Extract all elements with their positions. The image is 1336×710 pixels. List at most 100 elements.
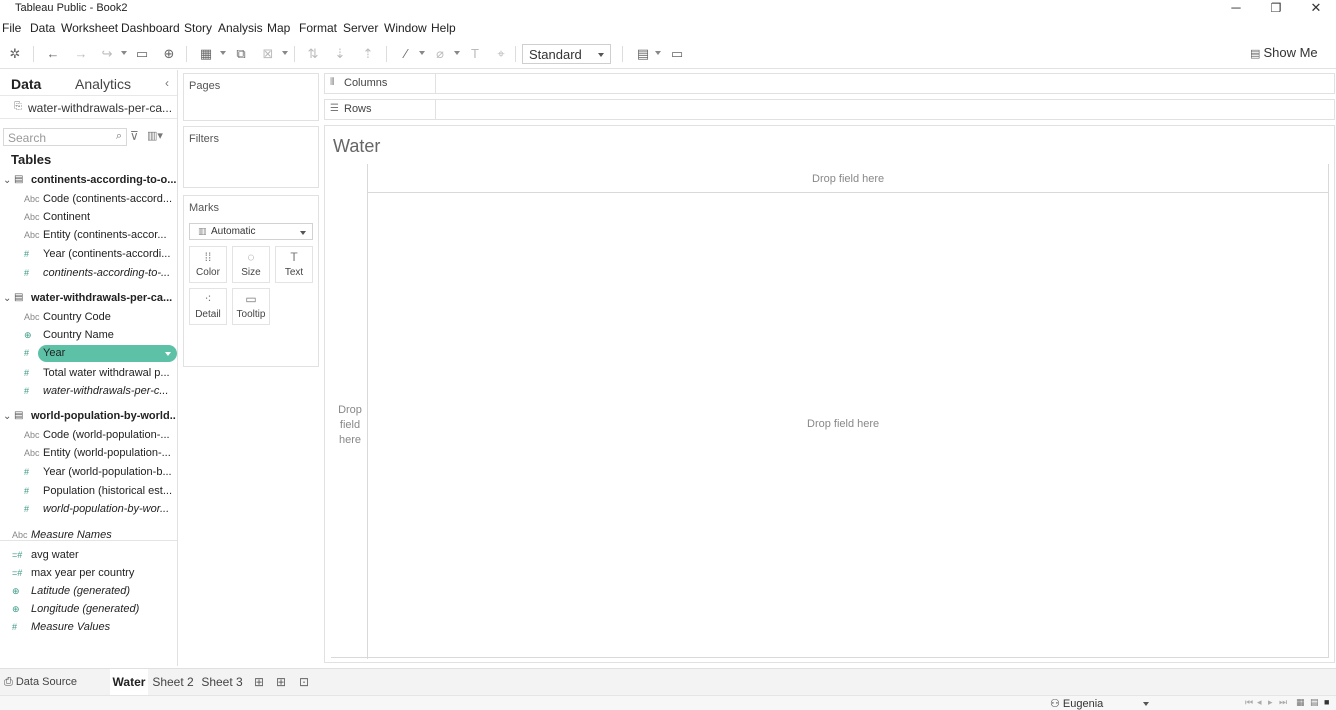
menu-window[interactable]: Window [384, 21, 427, 35]
new-worksheet-icon[interactable]: ▦ [197, 45, 215, 63]
field-item[interactable]: # Year (world-population-b... [0, 464, 177, 482]
field-item[interactable]: # Total water withdrawal p... [0, 365, 177, 383]
last-sheet-icon[interactable]: ⏭ [1279, 697, 1287, 708]
chevron-down-icon[interactable]: ⌄ [3, 411, 11, 422]
show-cards-dropdown-icon[interactable] [655, 51, 661, 55]
next-sheet-icon[interactable]: ▸ [1268, 697, 1273, 708]
tab-data[interactable]: Data [11, 76, 41, 92]
menu-worksheet[interactable]: Worksheet [61, 21, 118, 35]
menu-server[interactable]: Server [343, 21, 378, 35]
filter-icon[interactable]: ⊽ [130, 129, 139, 143]
datasource-item[interactable]: ⎘ water-withdrawals-per-ca... [0, 95, 177, 119]
replay-icon[interactable]: ↪ [98, 45, 116, 63]
user-menu[interactable]: ⚇ Eugenia [1050, 697, 1103, 710]
size-button[interactable]: ◌ Size [232, 246, 270, 283]
close-button[interactable]: ✕ [1296, 0, 1336, 18]
view-options-icon[interactable]: ▥▾ [147, 129, 163, 142]
menu-story[interactable]: Story [184, 21, 212, 35]
duplicate-sheet-icon[interactable]: ⧉ [232, 45, 250, 63]
new-worksheet-icon[interactable]: ⊞ [254, 675, 264, 689]
new-datasource-icon[interactable]: ⊕ [160, 45, 178, 63]
minimize-button[interactable]: ─ [1216, 0, 1256, 18]
menu-format[interactable]: Format [299, 21, 337, 35]
field-item[interactable]: # continents-according-to-... [0, 265, 177, 283]
redo-icon[interactable]: → [72, 45, 90, 63]
highlight-icon[interactable]: ∕ [397, 45, 415, 63]
chevron-down-icon[interactable] [1143, 702, 1149, 706]
detail-button[interactable]: ⁖ Detail [189, 288, 227, 325]
fit-select[interactable]: Standard [522, 44, 611, 64]
chevron-down-icon[interactable]: ⌄ [3, 293, 11, 304]
field-item[interactable]: Abc Entity (world-population-... [0, 445, 177, 463]
field-item[interactable]: # water-withdrawals-per-c... [0, 383, 177, 401]
tooltip-button[interactable]: ▭ Tooltip [232, 288, 270, 325]
field-item[interactable]: Abc Country Code [0, 309, 177, 327]
menu-map[interactable]: Map [267, 21, 290, 35]
color-button[interactable]: ⁞⁞ Color [189, 246, 227, 283]
new-story-icon[interactable]: ⊡ [299, 675, 309, 689]
text-button[interactable]: T Text [275, 246, 313, 283]
new-worksheet-dropdown-icon[interactable] [220, 51, 226, 55]
field-item[interactable]: ⊕ Country Name [0, 327, 177, 345]
replay-dropdown-icon[interactable] [121, 51, 127, 55]
field-item[interactable]: Abc Entity (continents-accor... [0, 227, 177, 245]
group-icon[interactable]: ⌀ [431, 45, 449, 63]
sheet-tab-sheet-3[interactable]: Sheet 3 [200, 669, 244, 695]
field-item[interactable]: Abc Measure Names [0, 527, 177, 545]
field-item[interactable]: ⊕ Latitude (generated) [0, 583, 177, 601]
columns-drop-zone[interactable]: Drop field here [367, 164, 1329, 193]
fix-axes-icon[interactable]: ⌖ [492, 45, 510, 63]
sheet-tab-sheet-2[interactable]: Sheet 2 [152, 669, 194, 695]
sheet-title[interactable]: Water [333, 136, 380, 157]
menu-data[interactable]: Data [30, 21, 55, 35]
presentation-mode-icon[interactable]: ▭ [668, 45, 686, 63]
restore-button[interactable]: ❐ [1256, 0, 1296, 18]
prev-sheet-icon[interactable]: ◂ [1257, 697, 1262, 708]
tableau-logo-icon[interactable]: ✲ [6, 45, 24, 63]
field-item-selected[interactable]: # Year [0, 345, 177, 363]
menu-help[interactable]: Help [431, 21, 456, 35]
field-item[interactable]: # Population (historical est... [0, 483, 177, 501]
group-dropdown-icon[interactable] [454, 51, 460, 55]
field-item[interactable]: # Year (continents-accordi... [0, 246, 177, 264]
swap-icon[interactable]: ⇅ [304, 45, 322, 63]
tab-analytics[interactable]: Analytics [75, 76, 131, 92]
search-input[interactable]: Search ⌕ [3, 128, 127, 146]
rows-shelf[interactable]: ☰ Rows [324, 99, 1335, 120]
field-item[interactable]: ⊕ Longitude (generated) [0, 601, 177, 619]
sort-descending-icon[interactable]: ⇡ [359, 45, 377, 63]
labels-icon[interactable]: T [466, 45, 484, 63]
show-sheet-sorter-icon[interactable]: ▦ [1296, 697, 1305, 708]
first-sheet-icon[interactable]: ⏮ [1245, 697, 1253, 708]
field-item[interactable]: # Measure Values [0, 619, 177, 637]
filters-card[interactable]: Filters [183, 126, 319, 188]
show-me-button[interactable]: ▤ Show Me [1250, 45, 1318, 63]
chevron-down-icon[interactable]: ⌄ [3, 175, 11, 186]
menu-analysis[interactable]: Analysis [218, 21, 263, 35]
field-item[interactable]: =# max year per country [0, 565, 177, 583]
show-tabs-icon[interactable]: ■ [1324, 697, 1329, 707]
pages-card[interactable]: Pages [183, 73, 319, 121]
save-icon[interactable]: ▭ [133, 45, 151, 63]
table-header[interactable]: ⌄ ▤ continents-according-to-o... [0, 172, 177, 190]
field-item[interactable]: Abc Code (continents-accord... [0, 191, 177, 209]
sort-ascending-icon[interactable]: ⇣ [331, 45, 349, 63]
mark-type-select[interactable]: ▥ Automatic [189, 223, 313, 240]
highlight-dropdown-icon[interactable] [419, 51, 425, 55]
menu-dashboard[interactable]: Dashboard [121, 21, 180, 35]
new-dashboard-icon[interactable]: ⊞ [276, 675, 286, 689]
menu-file[interactable]: File [2, 21, 21, 35]
field-item[interactable]: # world-population-by-wor... [0, 501, 177, 519]
clear-sheet-icon[interactable]: ⊠ [259, 45, 277, 63]
columns-shelf[interactable]: ⦀ Columns [324, 73, 1335, 94]
rows-drop-zone[interactable]: Drop field here [331, 192, 368, 659]
show-filmstrip-icon[interactable]: ▤ [1310, 697, 1319, 708]
sheet-tab-water[interactable]: Water [110, 669, 148, 695]
table-header[interactable]: ⌄ ▤ world-population-by-world... [0, 408, 177, 426]
table-header[interactable]: ⌄ ▤ water-withdrawals-per-ca... [0, 290, 177, 308]
field-item[interactable]: Abc Continent [0, 209, 177, 227]
undo-icon[interactable]: ← [44, 45, 62, 63]
collapse-pane-icon[interactable]: ‹ [165, 76, 169, 90]
field-item[interactable]: Abc Code (world-population-... [0, 427, 177, 445]
clear-dropdown-icon[interactable] [282, 51, 288, 55]
